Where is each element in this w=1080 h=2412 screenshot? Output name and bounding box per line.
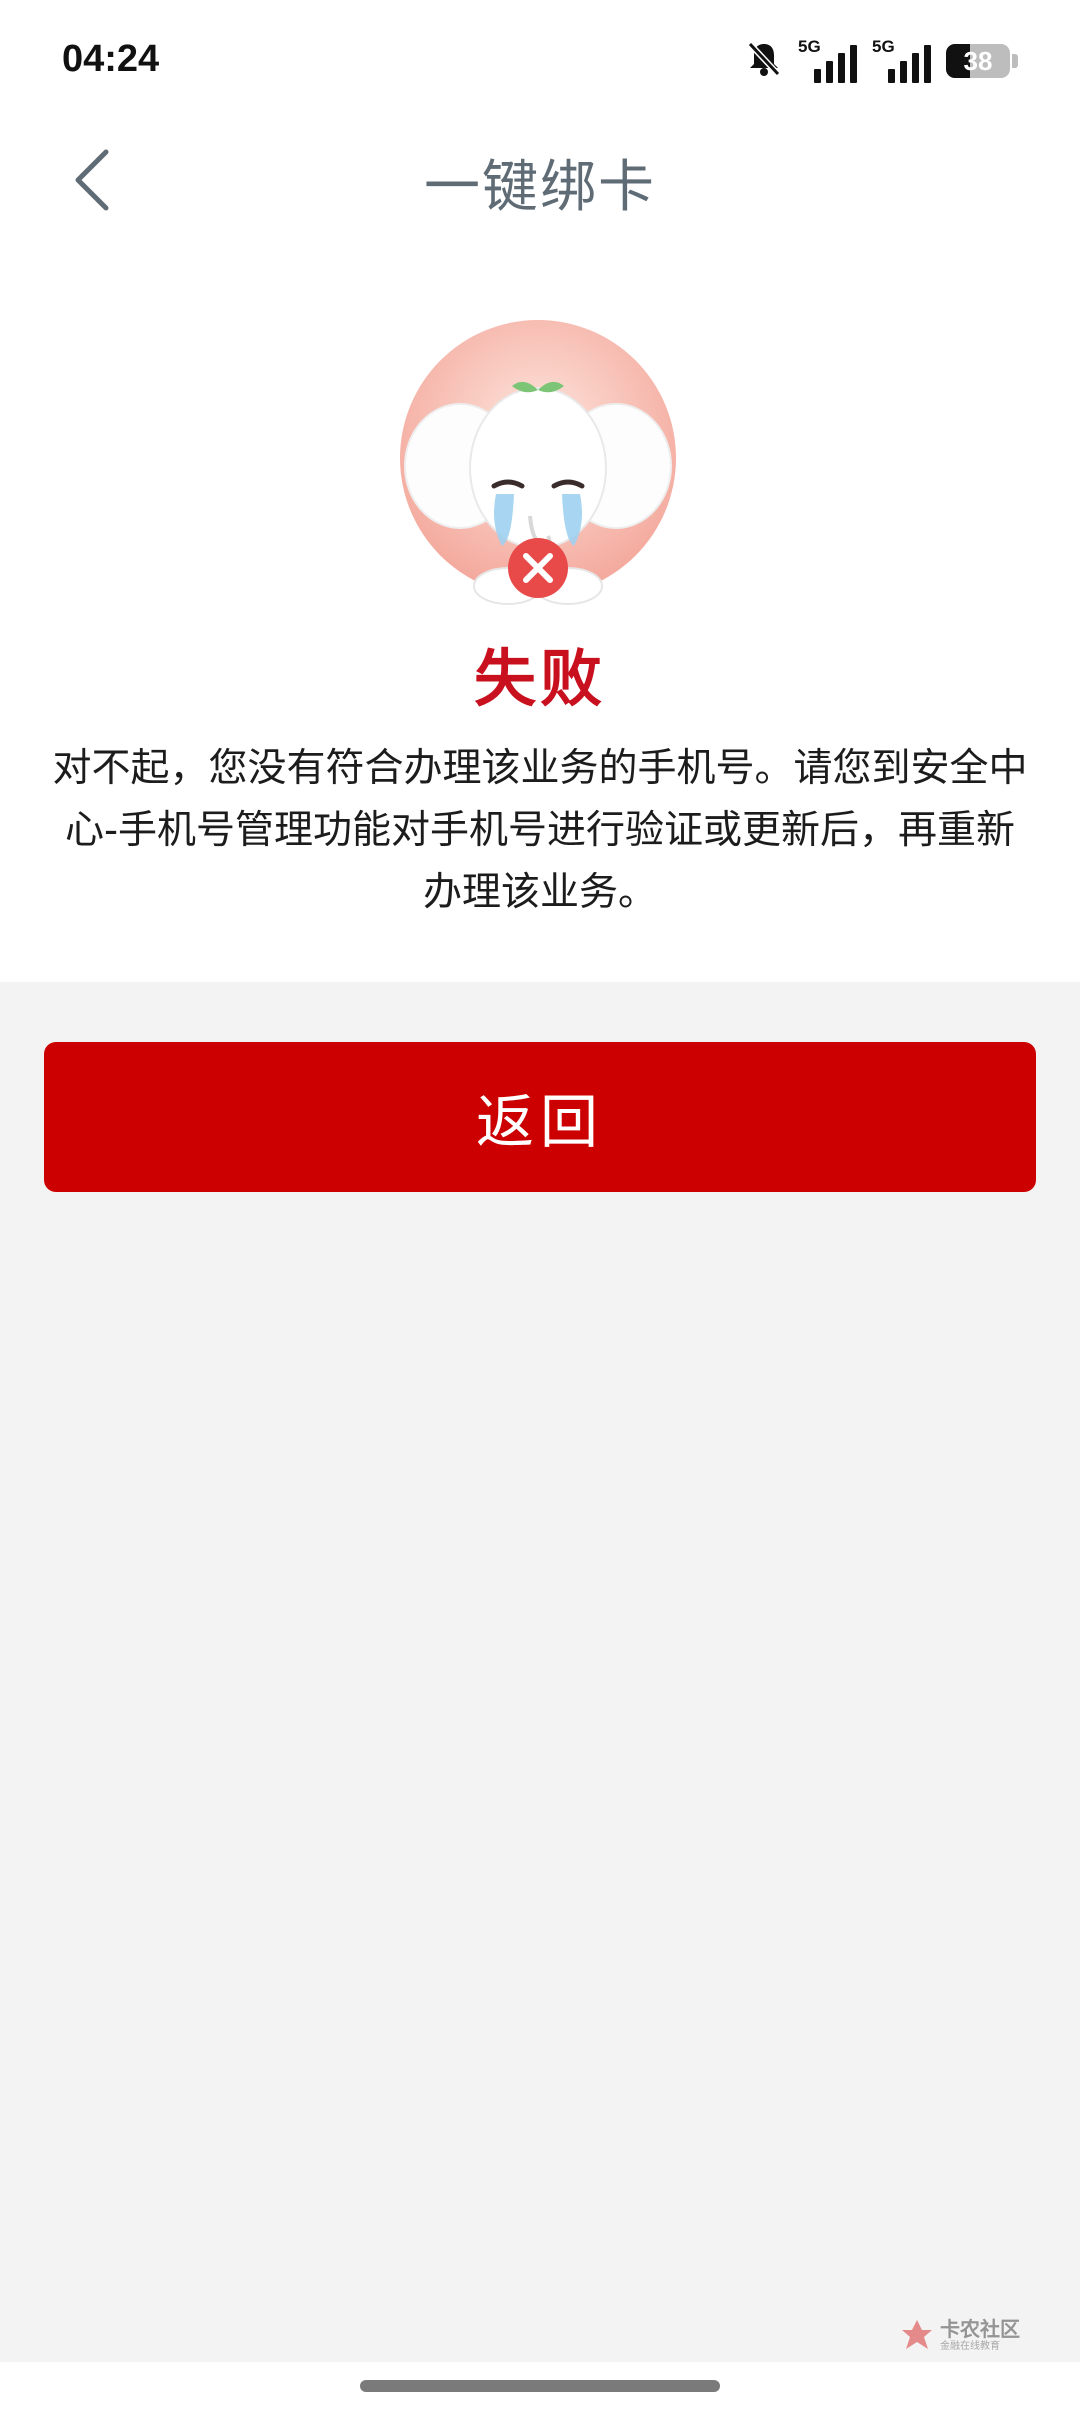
battery-icon: 38	[946, 44, 1010, 78]
result-message: 对不起，您没有符合办理该业务的手机号。请您到安全中心-手机号管理功能对手机号进行…	[52, 746, 1028, 915]
fail-illustration	[398, 318, 678, 610]
page-title: 一键绑卡	[424, 155, 656, 220]
status-time: 04:24	[62, 38, 160, 80]
battery-level: 38	[963, 46, 993, 76]
bell-off-icon	[744, 39, 784, 83]
return-button[interactable]: 返回	[44, 1042, 1036, 1192]
status-icons: 5G 5G 38	[744, 36, 1018, 86]
watermark-main: 卡农社区	[940, 2316, 1020, 2341]
signal-icon: 5G	[798, 37, 858, 83]
watermark-logo-icon	[902, 2320, 932, 2349]
watermark-sub: 金融在线教育	[940, 2340, 1000, 2352]
signal-icon: 5G	[872, 37, 932, 83]
result-title: 失败	[473, 642, 606, 715]
watermark: 卡农社区 金融在线教育	[900, 2318, 1020, 2352]
battery-tip	[1012, 54, 1018, 68]
home-indicator[interactable]	[360, 2380, 720, 2392]
status-bar: 04:24 5G 5G 38	[0, 0, 1080, 120]
